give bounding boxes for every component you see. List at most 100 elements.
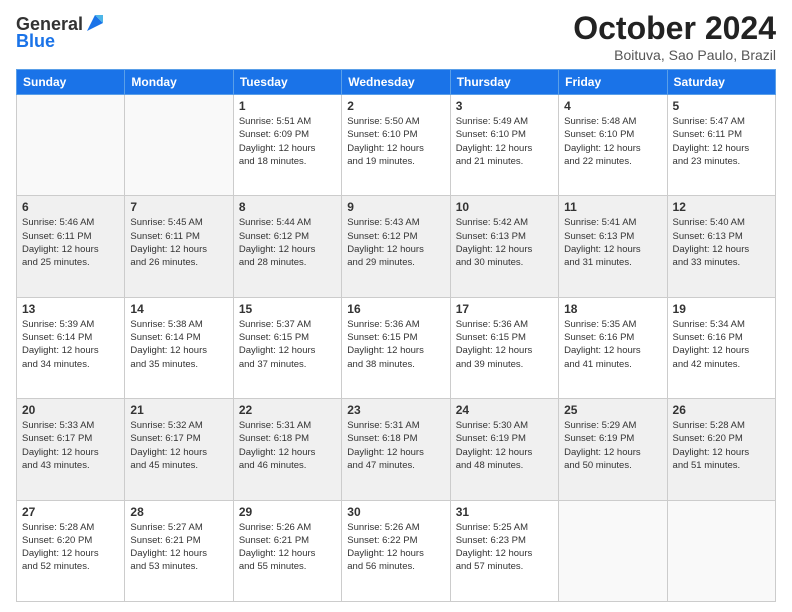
day-number: 13 (22, 302, 119, 316)
day-number: 21 (130, 403, 227, 417)
col-header-sunday: Sunday (17, 70, 125, 95)
day-number: 7 (130, 200, 227, 214)
day-number: 25 (564, 403, 661, 417)
day-info: Sunrise: 5:35 AMSunset: 6:16 PMDaylight:… (564, 318, 661, 371)
day-info: Sunrise: 5:37 AMSunset: 6:15 PMDaylight:… (239, 318, 336, 371)
calendar-cell: 9Sunrise: 5:43 AMSunset: 6:12 PMDaylight… (342, 196, 450, 297)
day-info: Sunrise: 5:27 AMSunset: 6:21 PMDaylight:… (130, 521, 227, 574)
day-info: Sunrise: 5:47 AMSunset: 6:11 PMDaylight:… (673, 115, 770, 168)
calendar-cell: 16 Sunrise: 5:36 AMSunset: 6:15 PMDayligh… (342, 297, 450, 398)
day-number: 26 (673, 403, 770, 417)
calendar-cell: 1 Sunrise: 5:51 AMSunset: 6:09 PMDaylight… (233, 95, 341, 196)
day-number: 12 (673, 200, 770, 214)
calendar-cell: 8 Sunrise: 5:44 AMSunset: 6:12 PMDaylight… (233, 196, 341, 297)
header: General Blue October 2024 Boituva, Sao P… (16, 10, 776, 63)
day-info: Sunrise: 5:51 AMSunset: 6:09 PMDaylight:… (239, 115, 336, 168)
day-info: Sunrise: 5:39 AMSunset: 6:14 PMDaylight:… (22, 318, 119, 371)
day-info: Sunrise: 5:28 AMSunset: 6:20 PMDaylight:… (673, 419, 770, 472)
calendar-cell: 3 Sunrise: 5:49 AMSunset: 6:10 PMDaylight… (450, 95, 558, 196)
day-info: Sunrise: 5:38 AMSunset: 6:14 PMDaylight:… (130, 318, 227, 371)
day-info: Sunrise: 5:25 AMSunset: 6:23 PMDaylight:… (456, 521, 553, 574)
day-info: Sunrise: 5:31 AMSunset: 6:18 PMDaylight:… (347, 419, 444, 472)
logo-icon (85, 13, 105, 33)
calendar-cell: 21 Sunrise: 5:32 AMSunset: 6:17 PMDayligh… (125, 399, 233, 500)
day-number: 1 (239, 99, 336, 113)
day-number: 22 (239, 403, 336, 417)
calendar-week-5: 27Sunrise: 5:28 AMSunset: 6:20 PMDayligh… (17, 500, 776, 601)
calendar-cell: 15 Sunrise: 5:37 AMSunset: 6:15 PMDayligh… (233, 297, 341, 398)
calendar-cell: 10Sunrise: 5:42 AMSunset: 6:13 PMDayligh… (450, 196, 558, 297)
calendar-cell: 29Sunrise: 5:26 AMSunset: 6:21 PMDayligh… (233, 500, 341, 601)
day-info: Sunrise: 5:41 AMSunset: 6:13 PMDaylight:… (564, 216, 661, 269)
day-info: Sunrise: 5:31 AMSunset: 6:18 PMDaylight:… (239, 419, 336, 472)
day-info: Sunrise: 5:34 AMSunset: 6:16 PMDaylight:… (673, 318, 770, 371)
day-number: 5 (673, 99, 770, 113)
col-header-wednesday: Wednesday (342, 70, 450, 95)
day-number: 30 (347, 505, 444, 519)
day-info: Sunrise: 5:49 AMSunset: 6:10 PMDaylight:… (456, 115, 553, 168)
col-header-thursday: Thursday (450, 70, 558, 95)
calendar-cell: 6 Sunrise: 5:46 AMSunset: 6:11 PMDaylight… (17, 196, 125, 297)
day-info: Sunrise: 5:50 AMSunset: 6:10 PMDaylight:… (347, 115, 444, 168)
title-area: October 2024 Boituva, Sao Paulo, Brazil (573, 10, 776, 63)
calendar-cell: 27Sunrise: 5:28 AMSunset: 6:20 PMDayligh… (17, 500, 125, 601)
calendar-cell (17, 95, 125, 196)
calendar-cell: 13 Sunrise: 5:39 AMSunset: 6:14 PMDayligh… (17, 297, 125, 398)
day-info: Sunrise: 5:43 AMSunset: 6:12 PMDaylight:… (347, 216, 444, 269)
day-info: Sunrise: 5:29 AMSunset: 6:19 PMDaylight:… (564, 419, 661, 472)
calendar-cell: 11 Sunrise: 5:41 AMSunset: 6:13 PMDayligh… (559, 196, 667, 297)
day-number: 17 (456, 302, 553, 316)
col-header-saturday: Saturday (667, 70, 775, 95)
page: General Blue October 2024 Boituva, Sao P… (0, 0, 792, 612)
calendar-cell: 23 Sunrise: 5:31 AMSunset: 6:18 PMDayligh… (342, 399, 450, 500)
day-info: Sunrise: 5:45 AMSunset: 6:11 PMDaylight:… (130, 216, 227, 269)
day-info: Sunrise: 5:36 AMSunset: 6:15 PMDaylight:… (347, 318, 444, 371)
day-info: Sunrise: 5:48 AMSunset: 6:10 PMDaylight:… (564, 115, 661, 168)
day-number: 11 (564, 200, 661, 214)
calendar-cell: 18 Sunrise: 5:35 AMSunset: 6:16 PMDayligh… (559, 297, 667, 398)
calendar-cell: 19 Sunrise: 5:34 AMSunset: 6:16 PMDayligh… (667, 297, 775, 398)
calendar-cell: 24 Sunrise: 5:30 AMSunset: 6:19 PMDayligh… (450, 399, 558, 500)
calendar-cell: 5 Sunrise: 5:47 AMSunset: 6:11 PMDaylight… (667, 95, 775, 196)
calendar-cell: 7 Sunrise: 5:45 AMSunset: 6:11 PMDaylight… (125, 196, 233, 297)
calendar-cell: 4Sunrise: 5:48 AMSunset: 6:10 PMDaylight… (559, 95, 667, 196)
day-number: 24 (456, 403, 553, 417)
calendar-cell: 28 Sunrise: 5:27 AMSunset: 6:21 PMDayligh… (125, 500, 233, 601)
main-title: October 2024 (573, 10, 776, 47)
day-info: Sunrise: 5:32 AMSunset: 6:17 PMDaylight:… (130, 419, 227, 472)
day-number: 2 (347, 99, 444, 113)
day-info: Sunrise: 5:36 AMSunset: 6:15 PMDaylight:… (456, 318, 553, 371)
day-number: 14 (130, 302, 227, 316)
day-number: 19 (673, 302, 770, 316)
day-info: Sunrise: 5:26 AMSunset: 6:21 PMDaylight:… (239, 521, 336, 574)
day-info: Sunrise: 5:26 AMSunset: 6:22 PMDaylight:… (347, 521, 444, 574)
day-number: 23 (347, 403, 444, 417)
subtitle: Boituva, Sao Paulo, Brazil (573, 47, 776, 63)
calendar-cell: 22 Sunrise: 5:31 AMSunset: 6:18 PMDayligh… (233, 399, 341, 500)
day-number: 28 (130, 505, 227, 519)
day-info: Sunrise: 5:42 AMSunset: 6:13 PMDaylight:… (456, 216, 553, 269)
calendar-cell: 20Sunrise: 5:33 AMSunset: 6:17 PMDayligh… (17, 399, 125, 500)
calendar-cell: 26 Sunrise: 5:28 AMSunset: 6:20 PMDayligh… (667, 399, 775, 500)
day-number: 3 (456, 99, 553, 113)
calendar-cell: 2 Sunrise: 5:50 AMSunset: 6:10 PMDaylight… (342, 95, 450, 196)
calendar-cell: 30 Sunrise: 5:26 AMSunset: 6:22 PMDayligh… (342, 500, 450, 601)
day-info: Sunrise: 5:30 AMSunset: 6:19 PMDaylight:… (456, 419, 553, 472)
col-header-tuesday: Tuesday (233, 70, 341, 95)
day-number: 15 (239, 302, 336, 316)
calendar-week-2: 6 Sunrise: 5:46 AMSunset: 6:11 PMDaylight… (17, 196, 776, 297)
calendar-week-3: 13 Sunrise: 5:39 AMSunset: 6:14 PMDayligh… (17, 297, 776, 398)
calendar-cell: 17 Sunrise: 5:36 AMSunset: 6:15 PMDayligh… (450, 297, 558, 398)
calendar-cell: 25 Sunrise: 5:29 AMSunset: 6:19 PMDayligh… (559, 399, 667, 500)
day-number: 6 (22, 200, 119, 214)
calendar-cell: 31 Sunrise: 5:25 AMSunset: 6:23 PMDayligh… (450, 500, 558, 601)
day-number: 31 (456, 505, 553, 519)
day-info: Sunrise: 5:33 AMSunset: 6:17 PMDaylight:… (22, 419, 119, 472)
day-number: 18 (564, 302, 661, 316)
calendar-cell (125, 95, 233, 196)
day-number: 8 (239, 200, 336, 214)
day-info: Sunrise: 5:44 AMSunset: 6:12 PMDaylight:… (239, 216, 336, 269)
day-info: Sunrise: 5:46 AMSunset: 6:11 PMDaylight:… (22, 216, 119, 269)
day-number: 16 (347, 302, 444, 316)
calendar-header-row: SundayMondayTuesdayWednesdayThursdayFrid… (17, 70, 776, 95)
